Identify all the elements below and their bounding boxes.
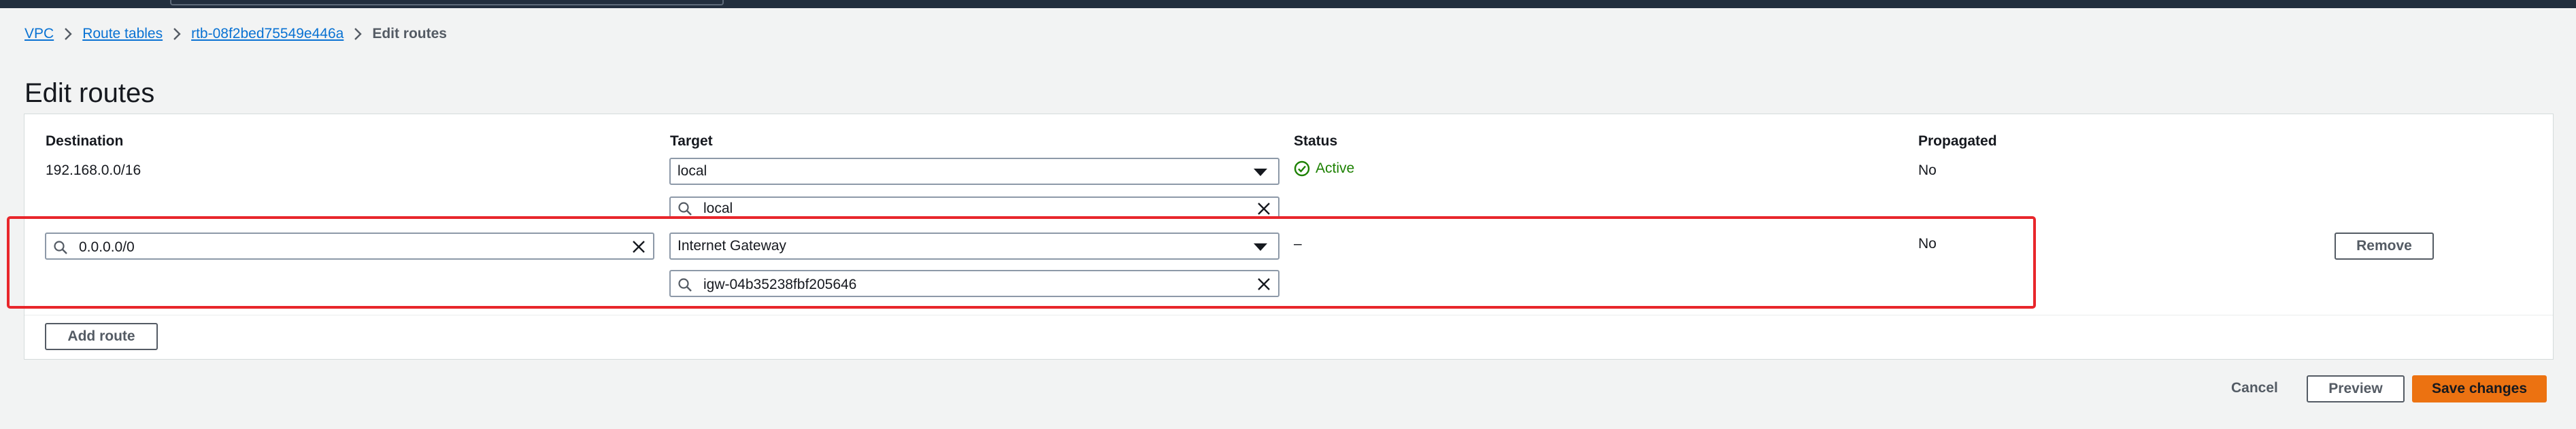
breadcrumb-link-route-tables[interactable]: Route tables [82,26,163,42]
breadcrumb: VPC Route tables rtb-08f2bed75549e446a E… [24,26,447,42]
preview-button[interactable]: Preview [2307,375,2405,402]
column-header-status: Status [1294,133,1338,149]
page-title: Edit routes [24,78,155,108]
cancel-button[interactable]: Cancel [2231,380,2278,396]
target-search-value: local [703,201,733,216]
status-active: Active [1294,160,1354,177]
propagated-value-local: No [1918,162,1937,178]
chevron-right-icon [54,27,82,41]
top-navigation-bar [0,0,2576,8]
status-label: Active [1316,160,1355,176]
route-destination-local: 192.168.0.0/16 [46,162,141,178]
close-icon[interactable] [1256,201,1271,216]
global-search-box[interactable] [170,0,724,5]
save-changes-button[interactable]: Save changes [2412,375,2547,402]
target-type-select-local[interactable]: local [669,158,1279,185]
target-type-value: local [678,163,707,179]
add-route-button[interactable]: Add route [45,323,158,350]
chevron-right-icon [344,27,372,41]
search-icon [678,202,692,216]
breadcrumb-link-vpc[interactable]: VPC [24,26,54,42]
highlight-box [7,216,2036,309]
check-circle-icon [1294,160,1310,177]
column-header-propagated: Propagated [1918,133,1997,149]
target-search-input-local[interactable]: local [669,196,1279,218]
caret-down-icon [1254,169,1267,176]
chevron-right-icon [163,27,191,41]
breadcrumb-current: Edit routes [372,26,447,41]
breadcrumb-link-route-table-id[interactable]: rtb-08f2bed75549e446a [191,26,344,42]
remove-route-button[interactable]: Remove [2335,233,2434,260]
column-header-target: Target [670,133,713,149]
column-header-destination: Destination [46,133,124,149]
